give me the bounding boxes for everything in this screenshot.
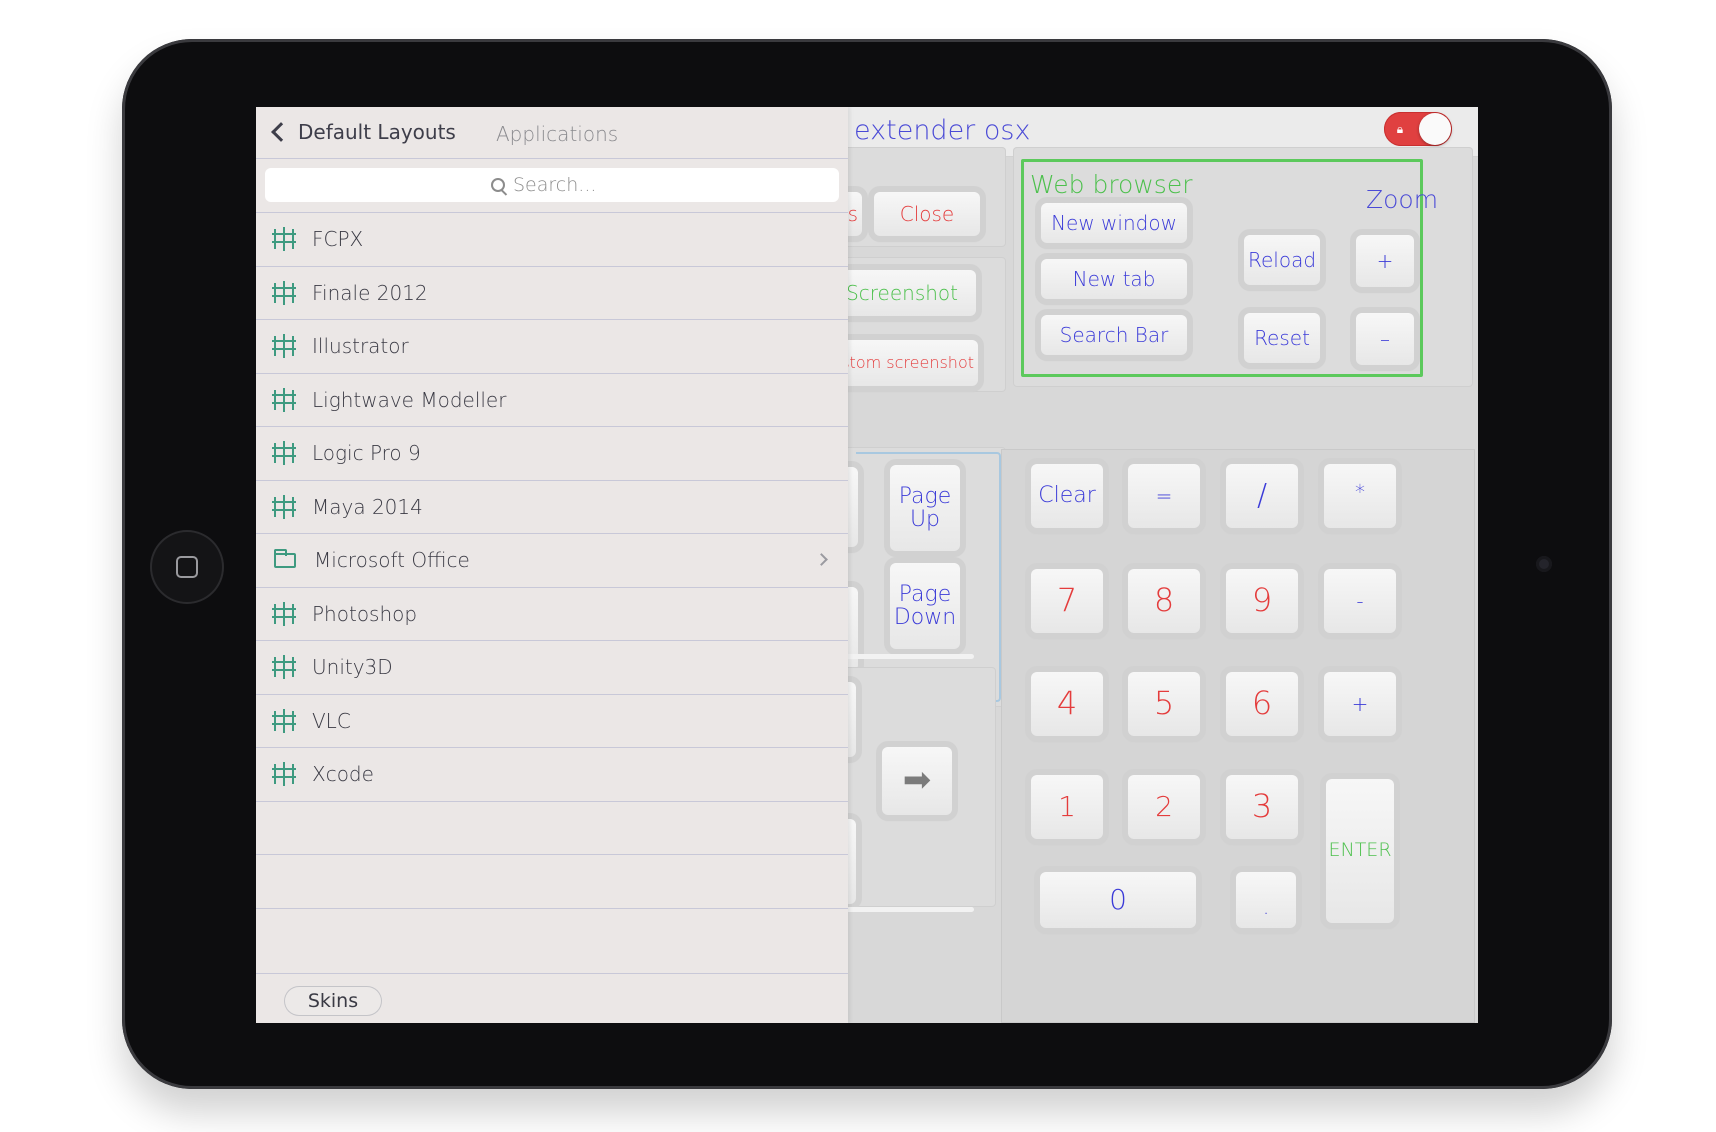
- reload-button[interactable]: Reload: [1244, 235, 1320, 285]
- list-item-label: Logic Pro 9: [312, 441, 421, 466]
- grid-icon: [272, 387, 296, 412]
- numpad-equals-button[interactable]: =: [1128, 464, 1200, 528]
- list-item-label: Unity3D: [312, 655, 393, 680]
- layouts-sidebar: Default Layouts Applications FCPX Finale…: [256, 107, 848, 1023]
- list-item-lightwave-modeller[interactable]: Lightwave Modeller: [256, 372, 848, 427]
- reset-button[interactable]: Reset: [1244, 313, 1320, 363]
- list-item-label: Photoshop: [312, 601, 418, 626]
- app-title: extender osx: [854, 115, 1031, 146]
- grid-icon: [272, 280, 296, 305]
- list-item-finale-2012[interactable]: Finale 2012: [256, 265, 848, 320]
- search-bar-button[interactable]: Search Bar: [1041, 315, 1187, 355]
- grid-icon: [272, 601, 296, 626]
- screenshot-button[interactable]: Screenshot: [826, 270, 976, 316]
- sidebar-footer: Skins: [256, 973, 848, 1023]
- numpad-divide-button[interactable]: /: [1226, 464, 1298, 528]
- page-up-label-1: Page: [898, 483, 952, 509]
- chevron-left-icon: [271, 122, 291, 142]
- list-item-maya-2014[interactable]: Maya 2014: [256, 479, 848, 534]
- list-item-illustrator[interactable]: Illustrator: [256, 319, 848, 373]
- numpad-0-button[interactable]: 0: [1040, 872, 1196, 928]
- list-item-microsoft-office[interactable]: Microsoft Office: [256, 533, 848, 587]
- zoom-title: Zoom: [1366, 185, 1439, 214]
- list-item-label: VLC: [312, 708, 351, 733]
- zoom-out-button[interactable]: –: [1356, 313, 1414, 365]
- search-icon: [491, 178, 505, 192]
- search-input[interactable]: [513, 174, 613, 196]
- numpad-1-button[interactable]: 1: [1031, 775, 1103, 839]
- skins-button[interactable]: Skins: [284, 986, 382, 1016]
- new-window-button[interactable]: New window: [1041, 203, 1187, 243]
- page-down-label-2: Down: [893, 605, 957, 630]
- numpad-8-button[interactable]: 8: [1128, 569, 1200, 633]
- numpad-2-button[interactable]: 2: [1128, 775, 1200, 839]
- list-item-fcpx[interactable]: FCPX: [256, 212, 848, 266]
- chevron-right-icon: [815, 553, 828, 566]
- list-item-label: Lightwave Modeller: [312, 387, 507, 412]
- page-up-button[interactable]: Page Up: [890, 465, 960, 551]
- list-item-label: Maya 2014: [312, 494, 423, 519]
- list-item-xcode[interactable]: Xcode: [256, 747, 848, 801]
- grid-icon: [272, 655, 296, 680]
- grid-icon: [272, 762, 296, 787]
- home-button[interactable]: [150, 530, 224, 604]
- empty-row: [256, 800, 848, 855]
- numpad-panel: [1001, 449, 1475, 1023]
- numpad-dot-button[interactable]: .: [1236, 872, 1296, 928]
- list-item-label: Microsoft Office: [314, 548, 470, 573]
- right-arrow-button[interactable]: ➡: [882, 747, 952, 815]
- toggle-knob: [1419, 113, 1451, 145]
- home-square-icon: [176, 556, 198, 578]
- numpad-5-button[interactable]: 5: [1128, 672, 1200, 736]
- sidebar-title: Applications: [496, 122, 619, 146]
- sidebar-header: Default Layouts Applications: [256, 107, 848, 159]
- layout-list: FCPX Finale 2012 Illustrator Lightwave M…: [256, 212, 848, 961]
- grid-icon: [272, 334, 296, 359]
- list-item-unity3d[interactable]: Unity3D: [256, 640, 848, 694]
- numpad-minus-button[interactable]: -: [1324, 569, 1396, 633]
- list-item-photoshop[interactable]: Photoshop: [256, 586, 848, 641]
- numpad-9-button[interactable]: 9: [1226, 569, 1298, 633]
- page-down-label-1: Page: [898, 581, 952, 607]
- folder-icon: [274, 548, 296, 568]
- back-button[interactable]: Default Layouts: [268, 116, 456, 148]
- right-arrow-icon: ➡: [902, 760, 932, 801]
- web-browser-title: Web browser: [1030, 170, 1193, 199]
- grid-icon: [272, 494, 296, 519]
- numpad-clear-button[interactable]: Clear: [1031, 464, 1103, 528]
- list-item-label: Illustrator: [312, 334, 409, 359]
- list-item-label: FCPX: [312, 227, 364, 252]
- grid-icon: [272, 227, 296, 252]
- numpad-plus-button[interactable]: +: [1324, 672, 1396, 736]
- numpad-6-button[interactable]: 6: [1226, 672, 1298, 736]
- numpad-enter-button[interactable]: ENTER: [1326, 779, 1394, 923]
- empty-row: [256, 854, 848, 908]
- numpad-3-button[interactable]: 3: [1226, 775, 1298, 839]
- lock-icon: 🔒︎: [1396, 122, 1404, 136]
- lock-toggle[interactable]: 🔒︎: [1384, 112, 1452, 146]
- numpad-multiply-button[interactable]: *: [1324, 464, 1396, 528]
- back-button-label: Default Layouts: [298, 120, 456, 144]
- zoom-in-button[interactable]: +: [1356, 235, 1414, 287]
- grid-icon: [272, 441, 296, 466]
- camera-icon: [1536, 556, 1552, 572]
- grid-icon: [272, 708, 296, 733]
- ipad-screen: extender osx 🔒︎ s Close Screenshot ustom…: [256, 107, 1478, 1023]
- search-box[interactable]: [265, 168, 839, 202]
- list-item-logic-pro-9[interactable]: Logic Pro 9: [256, 426, 848, 480]
- list-item-label: Xcode: [312, 762, 374, 787]
- page-down-button[interactable]: Page Down: [890, 563, 960, 649]
- numpad-7-button[interactable]: 7: [1031, 569, 1103, 633]
- list-item-vlc[interactable]: VLC: [256, 693, 848, 748]
- close-button[interactable]: Close: [874, 192, 980, 236]
- new-tab-button[interactable]: New tab: [1041, 259, 1187, 299]
- page-up-label-2: Up: [909, 507, 941, 532]
- numpad-4-button[interactable]: 4: [1031, 672, 1103, 736]
- list-item-label: Finale 2012: [312, 280, 428, 305]
- empty-row: [256, 907, 848, 962]
